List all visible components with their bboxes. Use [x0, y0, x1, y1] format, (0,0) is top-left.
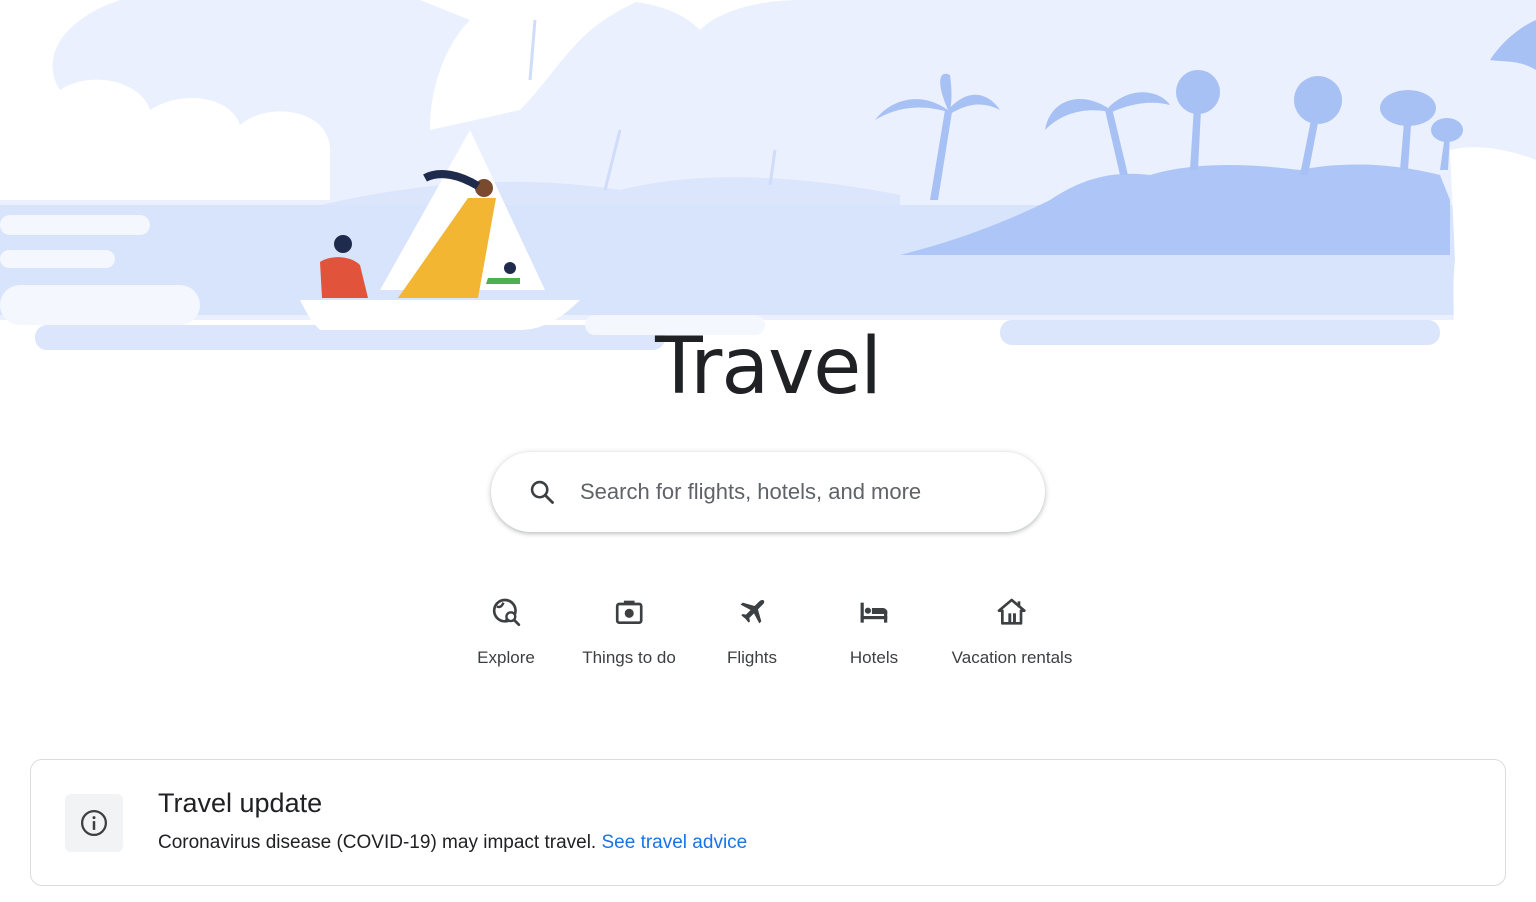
quick-link-label: Things to do [582, 648, 676, 667]
quick-link-things-to-do[interactable]: Things to do [582, 595, 676, 668]
notice-text-line: Coronavirus disease (COVID-19) may impac… [158, 832, 747, 854]
quick-links: Explore Things to do Flights Hotels Vaca… [0, 595, 1536, 685]
quick-link-explore[interactable]: Explore [477, 595, 535, 668]
travel-update-card: Travel update Coronavirus disease (COVID… [30, 759, 1506, 886]
airplane-icon [735, 595, 769, 629]
notice-text: Coronavirus disease (COVID-19) may impac… [158, 832, 597, 853]
quick-link-label: Flights [726, 648, 778, 667]
explore-globe-icon [489, 595, 523, 629]
bed-icon [857, 595, 891, 629]
search-box[interactable] [491, 452, 1045, 532]
quick-link-label: Vacation rentals [951, 648, 1073, 667]
quick-link-flights[interactable]: Flights [727, 595, 777, 668]
info-icon [65, 794, 123, 852]
camera-icon [612, 595, 646, 629]
quick-link-vacation-rentals[interactable]: Vacation rentals [951, 595, 1073, 668]
page-title: Travel [655, 322, 882, 412]
quick-link-label: Hotels [849, 648, 899, 667]
notice-title: Travel update [158, 788, 323, 818]
house-icon [995, 595, 1029, 629]
search-icon[interactable] [528, 478, 556, 506]
see-travel-advice-link[interactable]: See travel advice [601, 832, 747, 853]
quick-link-label: Explore [477, 648, 535, 667]
quick-link-hotels[interactable]: Hotels [850, 595, 898, 668]
search-input[interactable] [580, 472, 1045, 512]
